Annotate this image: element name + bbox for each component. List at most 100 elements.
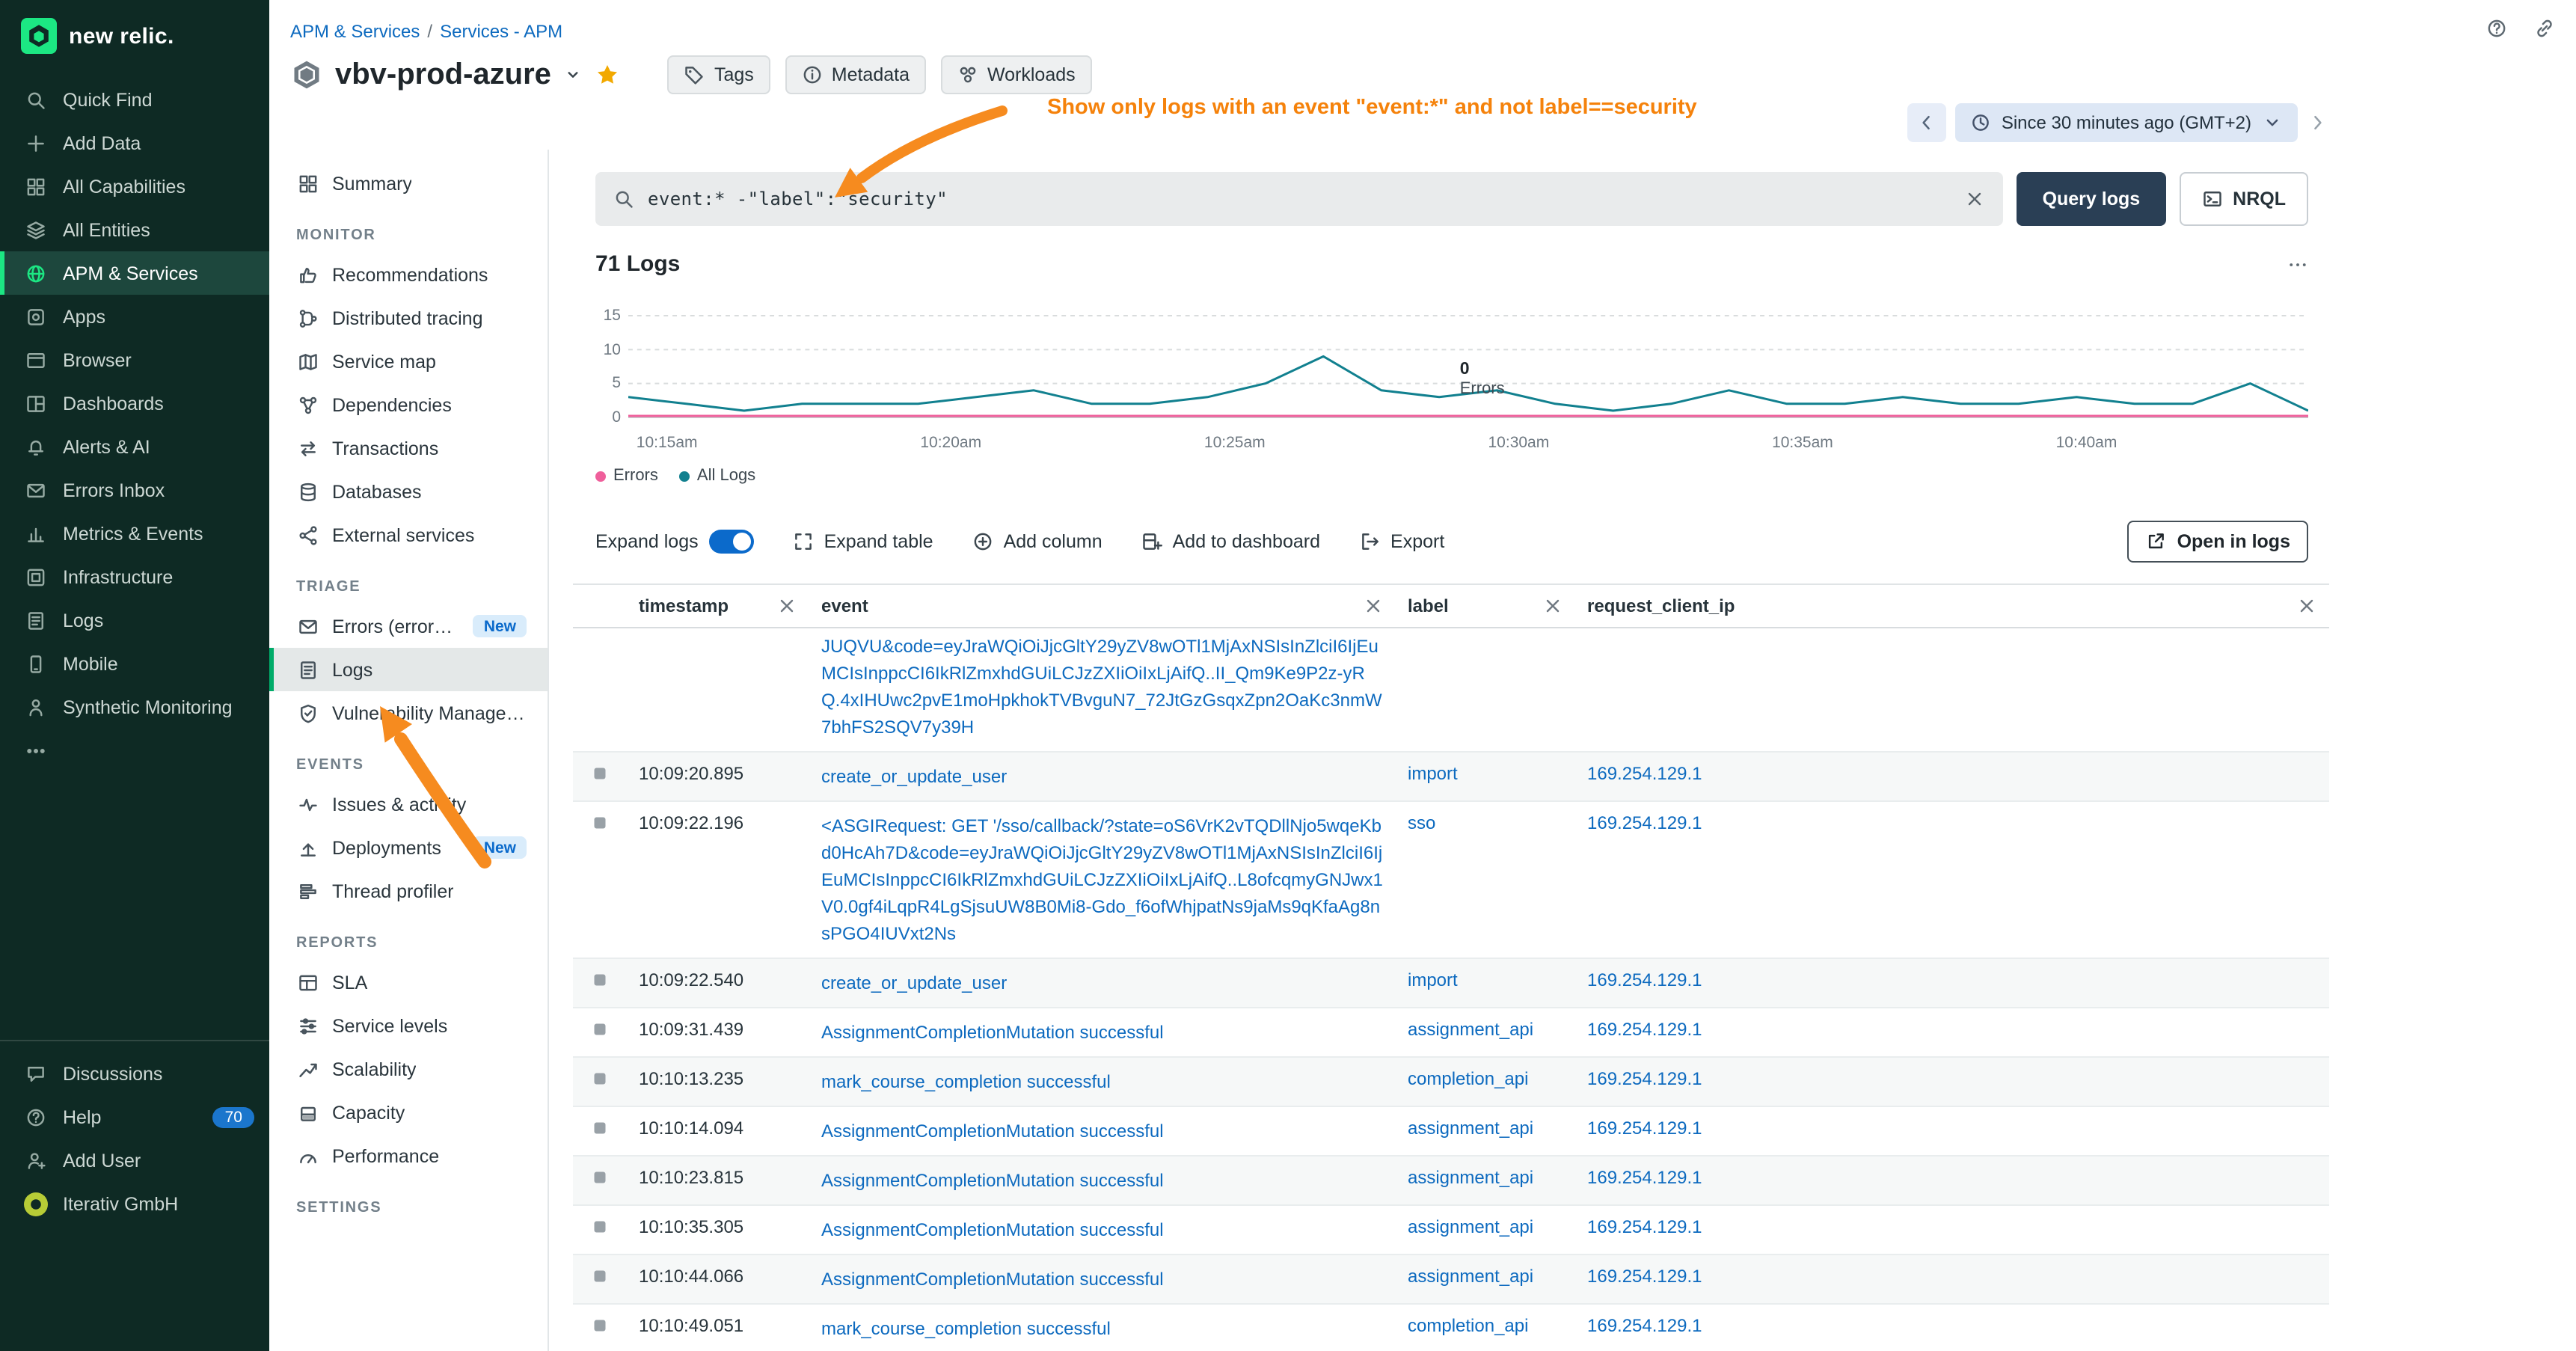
log-event-link[interactable]: AssignmentCompletionMutation successful <box>821 1118 1384 1145</box>
sidebar-item-alerts-ai[interactable]: Alerts & AI <box>0 425 269 468</box>
tags-chip[interactable]: Tags <box>668 55 770 94</box>
log-label-link[interactable]: assignment_api <box>1408 1019 1533 1040</box>
log-row-icon[interactable] <box>591 1317 609 1339</box>
time-back-button[interactable] <box>1907 103 1946 142</box>
remove-event-column-icon[interactable] <box>1363 595 1384 616</box>
log-label-link[interactable]: assignment_api <box>1408 1167 1533 1188</box>
log-event-link[interactable]: create_or_update_user <box>821 969 1384 996</box>
log-row[interactable]: 10:10:44.066AssignmentCompletionMutation… <box>573 1255 2329 1305</box>
legend-item-all-logs[interactable]: All Logs <box>679 467 755 485</box>
entity-nav-item-thread-profiler[interactable]: Thread profiler <box>269 869 548 913</box>
entity-nav-item-deployments[interactable]: DeploymentsNew <box>269 826 548 869</box>
log-label-link[interactable]: import <box>1408 969 1458 990</box>
log-row-icon[interactable] <box>591 971 609 993</box>
log-row-icon[interactable] <box>591 1218 609 1240</box>
sidebar-item-browser[interactable]: Browser <box>0 338 269 382</box>
log-event-link[interactable]: mark_course_completion successful <box>821 1068 1384 1095</box>
time-range-select[interactable]: Since 30 minutes ago (GMT+2) <box>1955 103 2298 142</box>
expand-logs-toggle[interactable] <box>709 530 754 554</box>
log-label-link[interactable]: assignment_api <box>1408 1118 1533 1139</box>
sidebar-item-errors-inbox[interactable]: Errors Inbox <box>0 468 269 512</box>
panel-menu-icon[interactable] <box>2287 254 2308 275</box>
log-ip-link[interactable]: 169.254.129.1 <box>1587 1167 1702 1188</box>
log-event-link[interactable]: mark_course_completion successful <box>821 1315 1384 1342</box>
log-row-icon[interactable] <box>591 1119 609 1142</box>
entity-nav-item-recommendations[interactable]: Recommendations <box>269 253 548 296</box>
log-ip-link[interactable]: 169.254.129.1 <box>1587 812 1702 833</box>
entity-nav-item-performance[interactable]: Performance <box>269 1134 548 1177</box>
entity-nav-item-errors-errors-inb[interactable]: Errors (errors inb...New <box>269 604 548 648</box>
entity-nav-item-capacity[interactable]: Capacity <box>269 1091 548 1134</box>
entity-nav-item-service-map[interactable]: Service map <box>269 340 548 383</box>
log-ip-link[interactable]: 169.254.129.1 <box>1587 763 1702 784</box>
permalink-icon[interactable] <box>2534 18 2555 39</box>
log-ip-link[interactable]: 169.254.129.1 <box>1587 1019 1702 1040</box>
log-row-icon[interactable] <box>591 765 609 787</box>
log-ip-link[interactable]: 169.254.129.1 <box>1587 1118 1702 1139</box>
log-event-link[interactable]: AssignmentCompletionMutation successful <box>821 1216 1384 1243</box>
log-event-link[interactable]: AssignmentCompletionMutation successful <box>821 1266 1384 1293</box>
remove-timestamp-column-icon[interactable] <box>776 595 797 616</box>
log-row-icon[interactable] <box>591 1070 609 1092</box>
log-label-link[interactable]: completion_api <box>1408 1315 1528 1336</box>
sidebar-item-all-entities[interactable]: All Entities <box>0 208 269 251</box>
query-logs-button[interactable]: Query logs <box>2017 172 2166 226</box>
breadcrumb-services-apm[interactable]: Services - APM <box>440 21 562 42</box>
add-to-dashboard-button[interactable]: Add to dashboard <box>1141 531 1320 552</box>
entity-nav-item-logs[interactable]: Logs <box>269 648 548 691</box>
entity-nav-item-transactions[interactable]: Transactions <box>269 426 548 470</box>
log-event-link[interactable]: AssignmentCompletionMutation successful <box>821 1167 1384 1194</box>
entity-switcher-caret-icon[interactable] <box>563 64 584 85</box>
sidebar-item-help[interactable]: Help70 <box>0 1095 269 1139</box>
log-ip-link[interactable]: 169.254.129.1 <box>1587 1266 1702 1287</box>
nrql-button[interactable]: NRQL <box>2179 172 2308 226</box>
log-event-link[interactable]: AssignmentCompletionMutation successful <box>821 1019 1384 1046</box>
log-row[interactable]: 10:10:23.815AssignmentCompletionMutation… <box>573 1157 2329 1206</box>
log-row-icon[interactable] <box>591 1020 609 1043</box>
log-label-link[interactable]: assignment_api <box>1408 1266 1533 1287</box>
log-row[interactable]: 10:10:49.051mark_course_completion succe… <box>573 1305 2329 1351</box>
remove-request-client-ip-column-icon[interactable] <box>2296 595 2317 616</box>
entity-nav-item-vulnerability-management[interactable]: Vulnerability Management <box>269 691 548 735</box>
entity-nav-item-service-levels[interactable]: Service levels <box>269 1004 548 1047</box>
entity-nav-item-scalability[interactable]: Scalability <box>269 1047 548 1091</box>
help-icon[interactable] <box>2486 18 2507 39</box>
log-row[interactable]: 10:10:35.305AssignmentCompletionMutation… <box>573 1206 2329 1255</box>
metadata-chip[interactable]: Metadata <box>785 55 926 94</box>
log-ip-link[interactable]: 169.254.129.1 <box>1587 1216 1702 1237</box>
sidebar-item-more[interactable] <box>0 729 269 772</box>
log-ip-link[interactable]: 169.254.129.1 <box>1587 969 1702 990</box>
entity-nav-item-dependencies[interactable]: Dependencies <box>269 383 548 426</box>
sidebar-item-add-user[interactable]: Add User <box>0 1139 269 1182</box>
time-forward-icon[interactable] <box>2307 112 2328 133</box>
expand-table-button[interactable]: Expand table <box>793 531 933 552</box>
clear-query-icon[interactable] <box>1965 189 1986 209</box>
sidebar-item-apps[interactable]: Apps <box>0 295 269 338</box>
sidebar-item-quick-find[interactable]: Quick Find <box>0 78 269 121</box>
log-event-link[interactable]: JUQVU&code=eyJraWQiOiJjcGltY29yZV8wOTl1M… <box>821 633 1384 741</box>
log-row[interactable]: 10:09:31.439AssignmentCompletionMutation… <box>573 1008 2329 1058</box>
log-row[interactable]: 10:09:22.540create_or_update_userimport1… <box>573 959 2329 1008</box>
sidebar-item-infrastructure[interactable]: Infrastructure <box>0 555 269 598</box>
log-row[interactable]: 10:09:20.895create_or_update_userimport1… <box>573 753 2329 802</box>
export-button[interactable]: Export <box>1359 531 1444 552</box>
sidebar-item-dashboards[interactable]: Dashboards <box>0 382 269 425</box>
log-label-link[interactable]: import <box>1408 763 1458 784</box>
log-query-input[interactable]: event:* -"label":"security" <box>595 172 2004 226</box>
entity-nav-item-databases[interactable]: Databases <box>269 470 548 513</box>
legend-item-errors[interactable]: Errors <box>595 467 658 485</box>
log-label-link[interactable]: completion_api <box>1408 1068 1528 1089</box>
breadcrumb-apm-services[interactable]: APM & Services <box>290 21 420 42</box>
log-label-link[interactable]: assignment_api <box>1408 1216 1533 1237</box>
entity-nav-item-sla[interactable]: SLA <box>269 961 548 1004</box>
open-in-logs-button[interactable]: Open in logs <box>2128 521 2308 563</box>
log-row-icon[interactable] <box>591 814 609 836</box>
sidebar-item-all-capabilities[interactable]: All Capabilities <box>0 165 269 208</box>
log-row[interactable]: 10:10:14.094AssignmentCompletionMutation… <box>573 1107 2329 1157</box>
sidebar-item-metrics-events[interactable]: Metrics & Events <box>0 512 269 555</box>
sidebar-item-synthetic-monitoring[interactable]: Synthetic Monitoring <box>0 685 269 729</box>
entity-nav-item-issues-activity[interactable]: Issues & activity <box>269 782 548 826</box>
sidebar-item-add-data[interactable]: Add Data <box>0 121 269 165</box>
newrelic-logo[interactable]: new relic. <box>0 0 269 78</box>
log-ip-link[interactable]: 169.254.129.1 <box>1587 1315 1702 1336</box>
